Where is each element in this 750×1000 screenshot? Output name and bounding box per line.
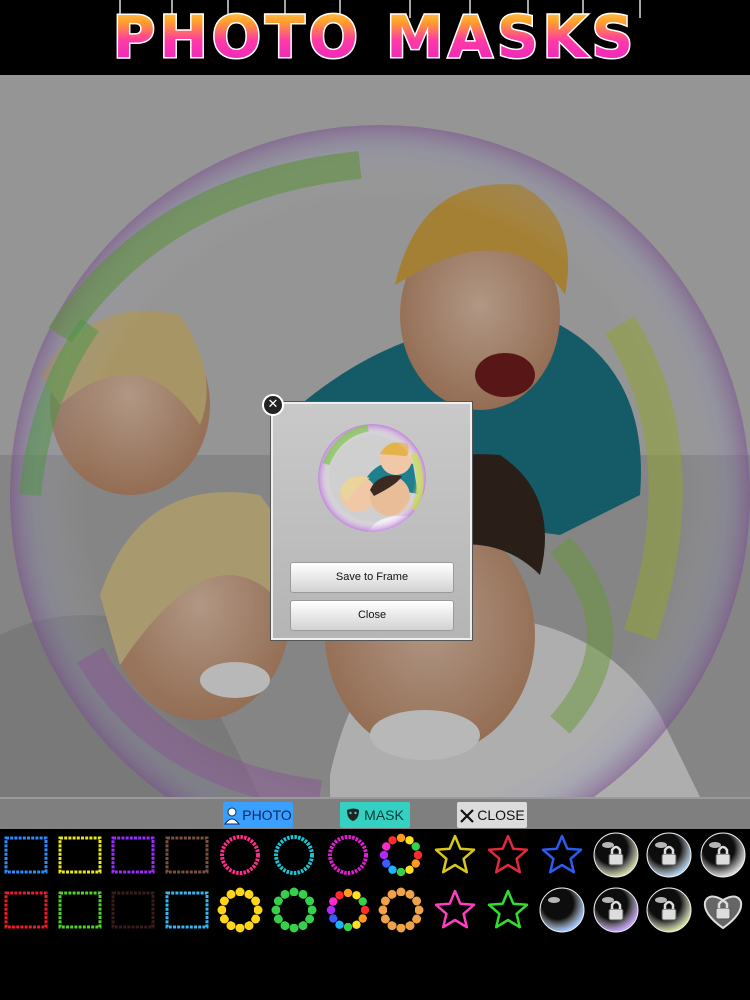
mask-option-star[interactable] [482,829,534,881]
mask-option-bubble-locked[interactable] [590,884,642,936]
bottom-toolbar: PHOTO MASK CLOSE [0,797,750,829]
mask-option-bubble[interactable] [536,884,588,936]
person-icon [224,807,241,825]
stamp-square-icon [165,836,209,874]
stamp-square-icon [58,891,102,929]
stamp-square-icon [165,891,209,929]
bubble-icon [700,832,746,878]
bubble-icon [646,832,692,878]
save-to-frame-button[interactable]: Save to Frame [290,562,454,593]
mask-option-star[interactable] [429,884,481,936]
mask-option-flower-ring[interactable] [214,884,266,936]
mask-option-star[interactable] [482,884,534,936]
mask-option-heart-locked[interactable] [697,884,749,936]
mask-option-stamp-square[interactable] [107,884,159,936]
bubble-icon [646,887,692,933]
rainbow-ring-icon [379,833,423,877]
mask-option-stamp-ring[interactable] [268,829,320,881]
stamp-square-icon [4,891,48,929]
mask-option-stamp-square[interactable] [54,884,106,936]
star-icon [488,834,529,874]
stamp-square-icon [111,891,155,929]
mask-option-stamp-square[interactable] [0,884,52,936]
close-x-icon[interactable]: ✕ [262,394,284,416]
stamp-ring-icon [274,835,314,875]
heart-icon [703,895,742,930]
mask-option-flower-ring[interactable] [268,884,320,936]
mask-option-stamp-square[interactable] [161,884,213,936]
flower-ring-icon [217,887,263,933]
mask-option-bubble-locked[interactable] [643,884,695,936]
mask-option-stamp-square[interactable] [161,829,213,881]
star-icon [434,834,476,874]
mask-picker-grid [0,829,750,1000]
mask-option-stamp-ring[interactable] [214,829,266,881]
photo-tab-label: PHOTO [242,807,292,823]
flower-ring-icon [271,887,317,933]
stamp-square-icon [111,836,155,874]
mask-option-bubble-locked[interactable] [697,829,749,881]
photo-tab-button[interactable]: PHOTO [223,802,293,828]
stamp-ring-icon [327,835,368,875]
mask-option-stamp-square[interactable] [0,829,52,881]
mask-option-star[interactable] [536,829,588,881]
mask-preview-thumbnail [318,424,426,532]
mask-option-stamp-ring[interactable] [322,829,374,881]
app-header: PHOTO MASKS PHOTO MASKS [0,0,750,75]
star-icon [488,889,529,929]
theater-mask-icon [347,808,360,822]
mask-option-rainbow-ring[interactable] [322,884,374,936]
save-dialog: Save to Frame Close [271,402,472,640]
mask-option-bubble-locked[interactable] [643,829,695,881]
stamp-square-icon [58,836,102,874]
mask-option-stamp-square[interactable] [54,829,106,881]
mask-tab-button[interactable]: MASK [340,802,410,828]
mask-option-star[interactable] [429,829,481,881]
close-tab-label: CLOSE [477,807,525,823]
star-icon [434,889,476,929]
close-tab-button[interactable]: CLOSE [457,802,527,828]
bubble-icon [593,832,639,878]
x-icon [460,809,475,824]
mask-option-flower-ring[interactable] [375,884,427,936]
rainbow-ring-icon [326,888,369,932]
mask-option-rainbow-ring[interactable] [375,829,427,881]
stamp-ring-icon [220,835,261,875]
app-title: PHOTO MASKS [0,2,750,72]
dialog-close-button[interactable]: Close [290,600,454,631]
star-icon [541,834,583,874]
mask-option-stamp-square[interactable] [107,829,159,881]
bubble-icon [539,887,585,933]
mask-option-bubble-locked[interactable] [590,829,642,881]
mask-tab-label: MASK [364,807,404,823]
stamp-square-icon [4,836,48,874]
flower-ring-icon [378,887,424,933]
bubble-icon [593,887,639,933]
